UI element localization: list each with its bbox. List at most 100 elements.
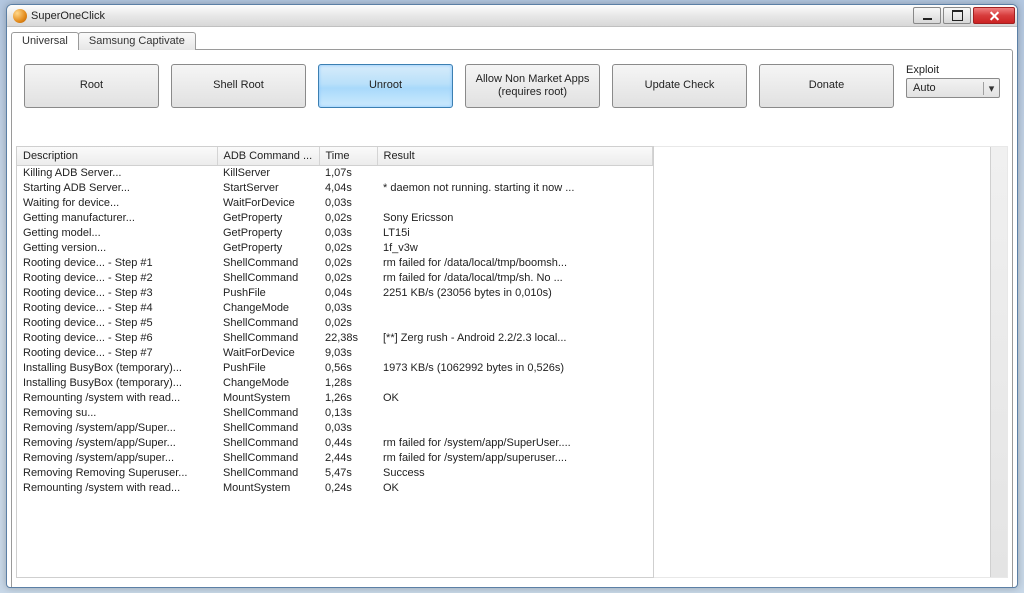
cell-cmd: PushFile bbox=[217, 360, 319, 375]
cell-time: 0,03s bbox=[319, 300, 377, 315]
cell-cmd: WaitForDevice bbox=[217, 195, 319, 210]
table-row[interactable]: Rooting device... - Step #1ShellCommand0… bbox=[17, 255, 653, 270]
content-split: Description ADB Command ... Time Result … bbox=[16, 146, 1008, 578]
scroll-up-icon[interactable]: ▲ bbox=[991, 147, 1007, 163]
cell-cmd: ShellCommand bbox=[217, 450, 319, 465]
exploit-combobox[interactable]: Auto ▾ bbox=[906, 78, 1000, 98]
donate-button[interactable]: Donate bbox=[759, 64, 894, 108]
cell-desc: Rooting device... - Step #7 bbox=[17, 345, 217, 360]
cell-res: 1f_v3w bbox=[377, 240, 653, 255]
tab-universal[interactable]: Universal bbox=[11, 32, 79, 50]
cell-desc: Rooting device... - Step #5 bbox=[17, 315, 217, 330]
table-row[interactable]: Rooting device... - Step #4ChangeMode0,0… bbox=[17, 300, 653, 315]
maximize-button[interactable] bbox=[943, 7, 971, 24]
app-icon bbox=[13, 9, 27, 23]
cell-time: 2,44s bbox=[319, 450, 377, 465]
cell-desc: Getting model... bbox=[17, 225, 217, 240]
table-row[interactable]: Removing Removing Superuser...ShellComma… bbox=[17, 465, 653, 480]
cell-cmd: ShellCommand bbox=[217, 420, 319, 435]
cell-desc: Removing /system/app/Super... bbox=[17, 420, 217, 435]
table-row[interactable]: Removing /system/app/Super...ShellComman… bbox=[17, 435, 653, 450]
cell-res bbox=[377, 195, 653, 210]
cell-time: 22,38s bbox=[319, 330, 377, 345]
table-row[interactable]: Removing /system/app/Super...ShellComman… bbox=[17, 420, 653, 435]
col-description[interactable]: Description bbox=[17, 147, 217, 165]
close-button[interactable] bbox=[973, 7, 1015, 24]
cell-cmd: ShellCommand bbox=[217, 435, 319, 450]
cell-cmd: ShellCommand bbox=[217, 315, 319, 330]
cell-time: 1,28s bbox=[319, 375, 377, 390]
cell-desc: Remounting /system with read... bbox=[17, 390, 217, 405]
shell-root-button[interactable]: Shell Root bbox=[171, 64, 306, 108]
cell-cmd: KillServer bbox=[217, 165, 319, 180]
table-row[interactable]: Waiting for device...WaitForDevice0,03s bbox=[17, 195, 653, 210]
cell-cmd: MountSystem bbox=[217, 390, 319, 405]
cell-cmd: ChangeMode bbox=[217, 375, 319, 390]
cell-cmd: StartServer bbox=[217, 180, 319, 195]
table-row[interactable]: Remounting /system with read...MountSyst… bbox=[17, 480, 653, 495]
cell-res: Sony Ericsson bbox=[377, 210, 653, 225]
table-row[interactable]: Rooting device... - Step #2ShellCommand0… bbox=[17, 270, 653, 285]
detail-panel: ▲ ▼ bbox=[654, 146, 1008, 578]
scroll-down-icon[interactable]: ▼ bbox=[991, 561, 1007, 577]
cell-res: rm failed for /system/app/superuser.... bbox=[377, 450, 653, 465]
cell-desc: Installing BusyBox (temporary)... bbox=[17, 360, 217, 375]
table-row[interactable]: Removing /system/app/super...ShellComman… bbox=[17, 450, 653, 465]
root-button[interactable]: Root bbox=[24, 64, 159, 108]
table-header-row: Description ADB Command ... Time Result bbox=[17, 147, 653, 165]
cell-res bbox=[377, 315, 653, 330]
table-row[interactable]: Remounting /system with read...MountSyst… bbox=[17, 390, 653, 405]
cell-res: Success bbox=[377, 465, 653, 480]
log-table-panel: Description ADB Command ... Time Result … bbox=[16, 146, 654, 578]
table-row[interactable]: Killing ADB Server...KillServer1,07s bbox=[17, 165, 653, 180]
tab-page-universal: Root Shell Root Unroot Allow Non Market … bbox=[11, 49, 1013, 588]
unroot-button[interactable]: Unroot bbox=[318, 64, 453, 108]
col-result[interactable]: Result bbox=[377, 147, 653, 165]
cell-cmd: WaitForDevice bbox=[217, 345, 319, 360]
cell-res: OK bbox=[377, 480, 653, 495]
tab-samsung-captivate[interactable]: Samsung Captivate bbox=[78, 32, 196, 50]
cell-cmd: ShellCommand bbox=[217, 255, 319, 270]
cell-cmd: ShellCommand bbox=[217, 330, 319, 345]
table-row[interactable]: Rooting device... - Step #7WaitForDevice… bbox=[17, 345, 653, 360]
table-row[interactable]: Rooting device... - Step #3PushFile0,04s… bbox=[17, 285, 653, 300]
table-row[interactable]: Getting manufacturer...GetProperty0,02sS… bbox=[17, 210, 653, 225]
table-row[interactable]: Installing BusyBox (temporary)...PushFil… bbox=[17, 360, 653, 375]
cell-time: 0,13s bbox=[319, 405, 377, 420]
table-row[interactable]: Rooting device... - Step #5ShellCommand0… bbox=[17, 315, 653, 330]
cell-desc: Removing su... bbox=[17, 405, 217, 420]
cell-time: 0,03s bbox=[319, 225, 377, 240]
table-row[interactable]: Starting ADB Server...StartServer4,04s* … bbox=[17, 180, 653, 195]
cell-res bbox=[377, 405, 653, 420]
cell-desc: Removing /system/app/Super... bbox=[17, 435, 217, 450]
cell-cmd: ChangeMode bbox=[217, 300, 319, 315]
cell-res bbox=[377, 345, 653, 360]
cell-cmd: GetProperty bbox=[217, 225, 319, 240]
titlebar[interactable]: SuperOneClick bbox=[7, 5, 1017, 27]
table-row[interactable]: Rooting device... - Step #6ShellCommand2… bbox=[17, 330, 653, 345]
cell-desc: Rooting device... - Step #1 bbox=[17, 255, 217, 270]
cell-desc: Rooting device... - Step #3 bbox=[17, 285, 217, 300]
table-row[interactable]: Removing su...ShellCommand0,13s bbox=[17, 405, 653, 420]
cell-time: 1,26s bbox=[319, 390, 377, 405]
cell-desc: Remounting /system with read... bbox=[17, 480, 217, 495]
cell-res bbox=[377, 300, 653, 315]
table-row[interactable]: Installing BusyBox (temporary)...ChangeM… bbox=[17, 375, 653, 390]
cell-time: 0,02s bbox=[319, 210, 377, 225]
cell-cmd: ShellCommand bbox=[217, 405, 319, 420]
cell-time: 0,03s bbox=[319, 420, 377, 435]
table-row[interactable]: Getting model...GetProperty0,03sLT15i bbox=[17, 225, 653, 240]
cell-time: 0,44s bbox=[319, 435, 377, 450]
allow-non-market-button[interactable]: Allow Non Market Apps (requires root) bbox=[465, 64, 600, 108]
update-check-button[interactable]: Update Check bbox=[612, 64, 747, 108]
cell-res: 1973 KB/s (1062992 bytes in 0,526s) bbox=[377, 360, 653, 375]
cell-res: OK bbox=[377, 390, 653, 405]
col-time[interactable]: Time bbox=[319, 147, 377, 165]
cell-time: 4,04s bbox=[319, 180, 377, 195]
cell-time: 5,47s bbox=[319, 465, 377, 480]
minimize-button[interactable] bbox=[913, 7, 941, 24]
cell-desc: Starting ADB Server... bbox=[17, 180, 217, 195]
col-adb-command[interactable]: ADB Command ... bbox=[217, 147, 319, 165]
table-row[interactable]: Getting version...GetProperty0,02s1f_v3w bbox=[17, 240, 653, 255]
exploit-group: Exploit Auto ▾ bbox=[906, 64, 1000, 98]
